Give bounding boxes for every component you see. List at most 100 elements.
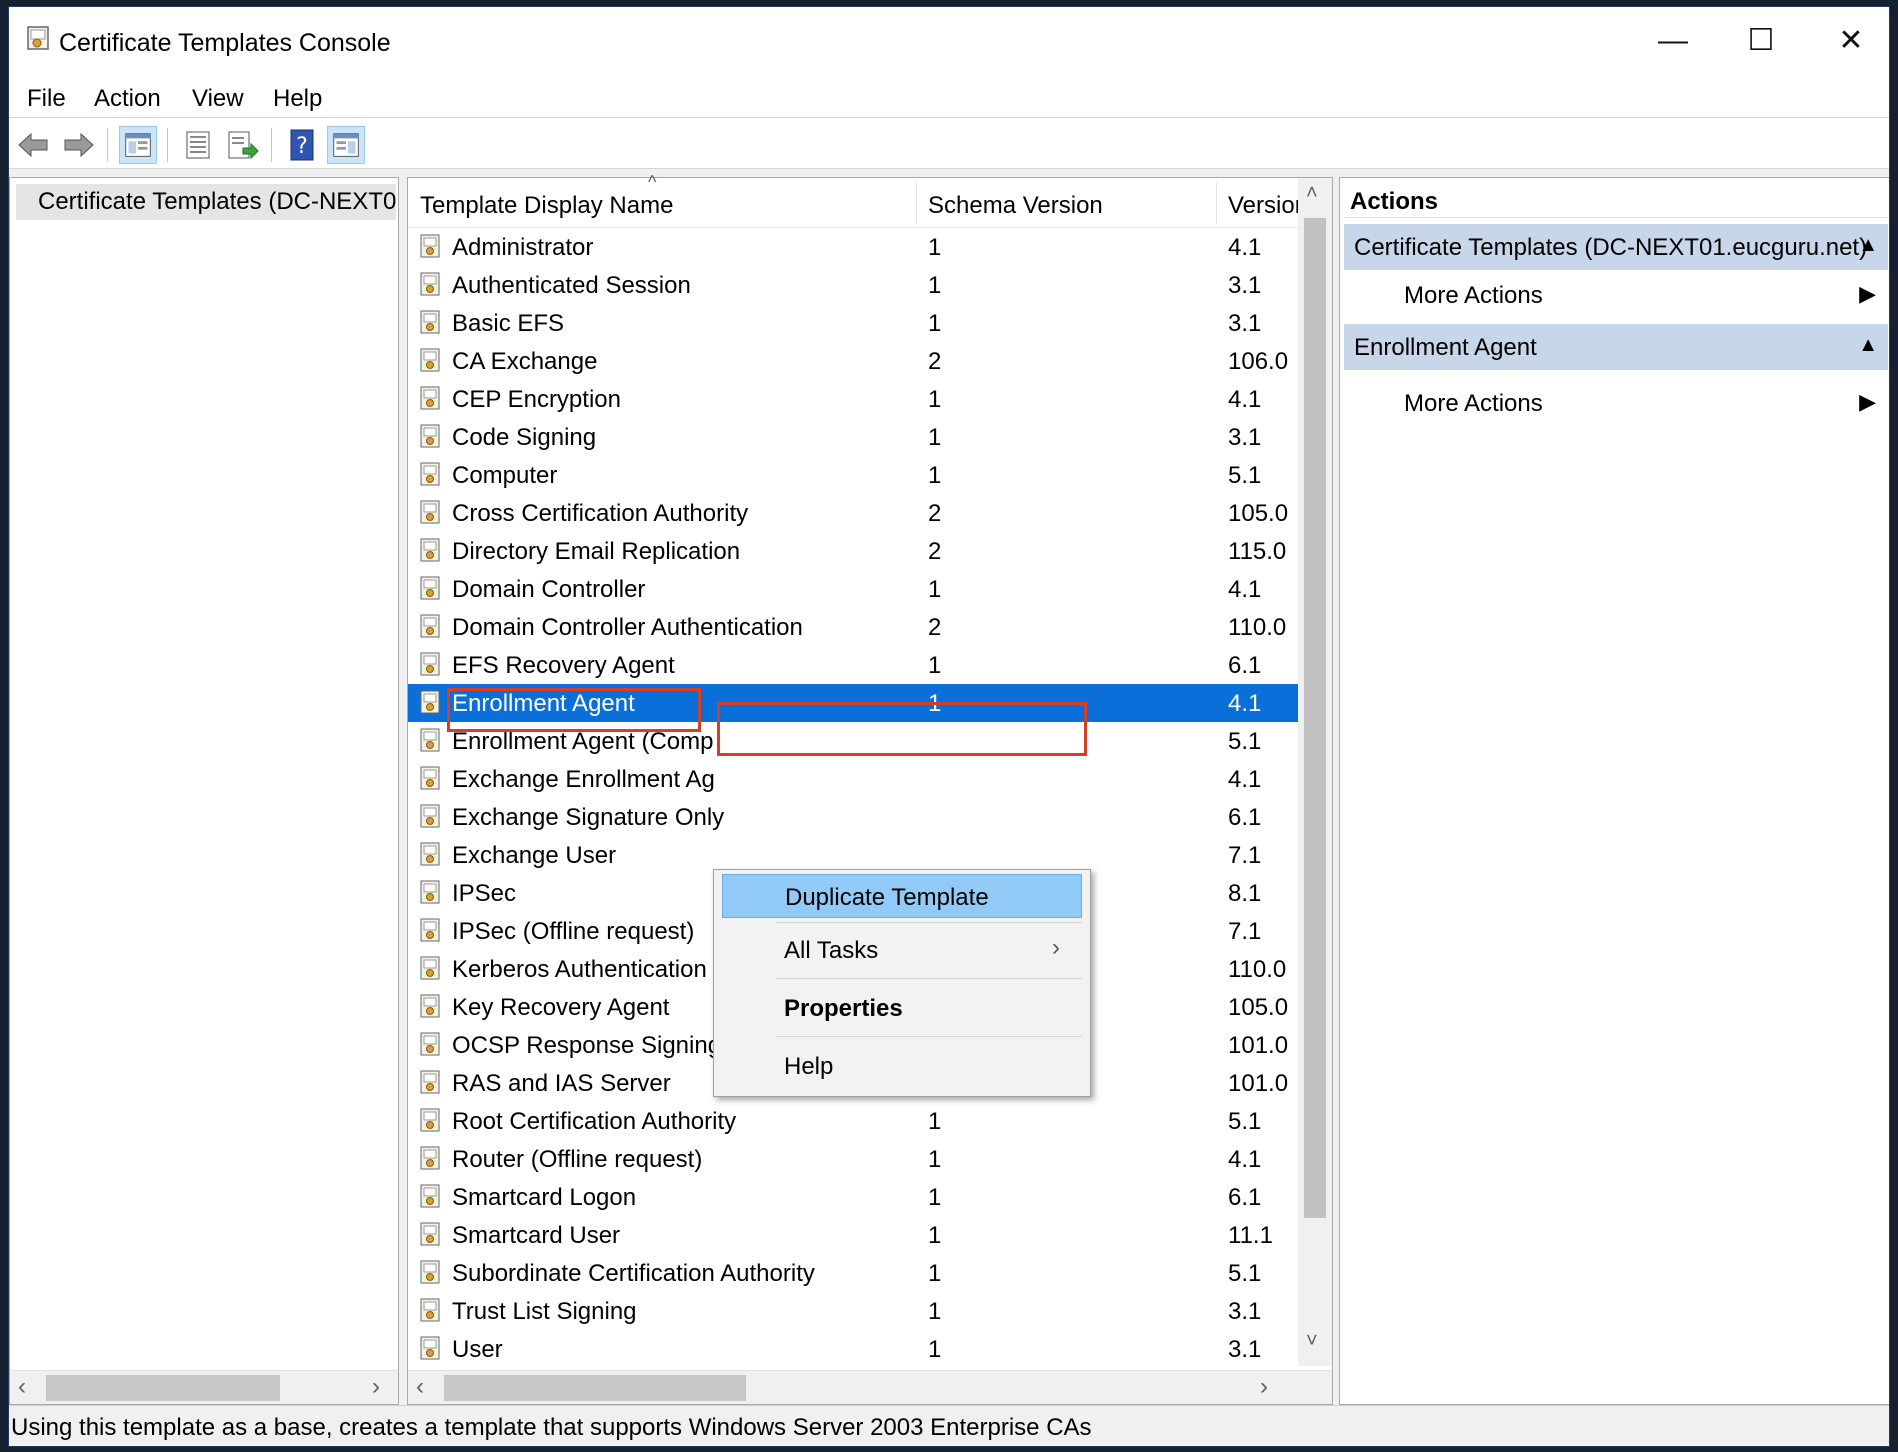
back-arrow-icon[interactable]: [15, 126, 53, 164]
template-row[interactable]: Subordinate Certification Authority 1 5.1: [408, 1254, 1298, 1292]
menu-item-help[interactable]: Help: [722, 1044, 1082, 1088]
template-row[interactable]: Domain Controller 1 4.1: [408, 570, 1298, 608]
template-row[interactable]: User 1 3.1: [408, 1330, 1298, 1366]
menu-bar: File Action View Help: [9, 75, 1889, 117]
show-hide-action-pane-icon[interactable]: [327, 126, 365, 164]
scroll-right-icon[interactable]: ›: [1260, 1373, 1268, 1401]
properties-sheet-icon[interactable]: [179, 126, 217, 164]
template-row[interactable]: Basic EFS 1 3.1: [408, 304, 1298, 342]
scrollbar-thumb[interactable]: [46, 1375, 280, 1401]
scroll-down-icon[interactable]: ˅: [1306, 1330, 1318, 1353]
scroll-left-icon[interactable]: ‹: [18, 1373, 26, 1401]
certificate-template-icon: [418, 309, 444, 344]
template-row[interactable]: Enrollment Agent 1 4.1: [408, 684, 1298, 722]
tree-horizontal-scrollbar[interactable]: ‹ ›: [10, 1370, 398, 1404]
minimize-button[interactable]: —: [1643, 19, 1703, 63]
template-row[interactable]: Trust List Signing 1 3.1: [408, 1292, 1298, 1330]
scroll-up-icon[interactable]: ˄: [1306, 182, 1318, 205]
template-row[interactable]: Exchange Enrollment Ag 4.1: [408, 760, 1298, 798]
actions-pane: Actions Certificate Templates (DC-NEXT01…: [1339, 177, 1889, 1405]
submenu-arrow-icon: ▶: [1859, 389, 1876, 414]
template-row[interactable]: Cross Certification Authority 2 105.0: [408, 494, 1298, 532]
menu-item-properties[interactable]: Properties: [722, 986, 1082, 1030]
list-vertical-scrollbar[interactable]: ˄ ˅: [1298, 178, 1332, 1366]
schema-version: 1: [928, 424, 942, 451]
submenu-chevron-icon: ›: [1052, 934, 1060, 961]
template-version: 6.1: [1228, 652, 1262, 679]
template-version: 101.0: [1228, 1070, 1289, 1097]
tree-node-certificate-templates[interactable]: Certificate Templates (DC-NEXT0: [16, 184, 396, 220]
menu-view[interactable]: View: [192, 85, 244, 113]
scroll-right-icon[interactable]: ›: [372, 1373, 380, 1401]
template-list-pane: ^ Template Display Name Schema Version V…: [407, 172, 1333, 1405]
schema-version: 1: [928, 1298, 942, 1325]
template-name: Cross Certification Authority: [452, 500, 749, 527]
template-row[interactable]: Administrator 1 4.1: [408, 228, 1298, 266]
certificate-template-icon: [418, 955, 444, 990]
template-row[interactable]: Router (Offline request) 1 4.1: [408, 1140, 1298, 1178]
template-version: 4.1: [1228, 690, 1262, 717]
template-name: Administrator: [452, 234, 594, 261]
template-row[interactable]: CEP Encryption 1 4.1: [408, 380, 1298, 418]
certificate-template-icon: [418, 1031, 444, 1066]
menu-file[interactable]: File: [27, 85, 66, 113]
show-hide-console-tree-icon[interactable]: [119, 126, 157, 164]
certificate-template-icon: [418, 1221, 444, 1256]
template-name: Exchange User: [452, 842, 617, 869]
more-actions-item[interactable]: More Actions ▶: [1344, 380, 1888, 424]
certificate-template-icon: [418, 461, 444, 496]
menu-item-label: All Tasks: [784, 937, 879, 964]
template-version: 110.0: [1228, 614, 1287, 641]
template-version: 4.1: [1228, 386, 1262, 413]
template-row[interactable]: Code Signing 1 3.1: [408, 418, 1298, 456]
template-row[interactable]: Directory Email Replication 2 115.0: [408, 532, 1298, 570]
maximize-button[interactable]: ☐: [1731, 19, 1791, 63]
schema-version: 1: [928, 1260, 942, 1287]
column-header-display-name[interactable]: Template Display Name: [420, 192, 820, 220]
certificate-template-icon: [418, 613, 444, 648]
schema-version: 1: [928, 1222, 942, 1249]
schema-version: 1: [928, 234, 942, 261]
template-version: 3.1: [1228, 310, 1262, 337]
scrollbar-thumb[interactable]: [1304, 218, 1326, 1218]
certificate-template-icon: [418, 993, 444, 1028]
forward-arrow-icon[interactable]: [59, 126, 97, 164]
certificate-template-icon: [418, 423, 444, 458]
template-row[interactable]: Domain Controller Authentication 2 110.0: [408, 608, 1298, 646]
help-icon[interactable]: ?: [283, 126, 321, 164]
collapse-up-icon[interactable]: ▲: [1858, 334, 1878, 357]
template-row[interactable]: Smartcard User 1 11.1: [408, 1216, 1298, 1254]
menu-item-label: Help: [784, 1053, 834, 1080]
certificate-template-icon: [418, 271, 444, 306]
menu-action[interactable]: Action: [94, 85, 161, 113]
template-row[interactable]: Smartcard Logon 1 6.1: [408, 1178, 1298, 1216]
close-button[interactable]: ✕: [1821, 19, 1881, 63]
more-actions-item[interactable]: More Actions ▶: [1344, 272, 1888, 316]
scrollbar-thumb[interactable]: [444, 1375, 746, 1401]
template-row[interactable]: Enrollment Agent (Comp 5.1: [408, 722, 1298, 760]
column-header-version[interactable]: Versior: [1228, 192, 1298, 220]
template-row[interactable]: CA Exchange 2 106.0: [408, 342, 1298, 380]
actions-section-enrollment-agent[interactable]: Enrollment Agent ▲: [1344, 324, 1888, 370]
menu-help[interactable]: Help: [273, 85, 322, 113]
menu-item-duplicate-template[interactable]: Duplicate Template: [722, 874, 1082, 918]
template-version: 6.1: [1228, 804, 1262, 831]
certificate-template-icon: [418, 765, 444, 800]
template-row[interactable]: Root Certification Authority 1 5.1: [408, 1102, 1298, 1140]
template-name: Exchange Signature Only: [452, 804, 725, 831]
export-list-icon[interactable]: [223, 126, 261, 164]
list-horizontal-scrollbar[interactable]: ‹ ›: [408, 1370, 1332, 1404]
template-row[interactable]: Exchange Signature Only 6.1: [408, 798, 1298, 836]
template-name: Router (Offline request): [452, 1146, 703, 1173]
template-version: 3.1: [1228, 272, 1262, 299]
column-header-schema-version[interactable]: Schema Version: [928, 192, 1208, 220]
template-row[interactable]: EFS Recovery Agent 1 6.1: [408, 646, 1298, 684]
template-name: Exchange Enrollment Ag: [452, 766, 715, 793]
template-row[interactable]: Authenticated Session 1 3.1: [408, 266, 1298, 304]
scroll-left-icon[interactable]: ‹: [416, 1373, 424, 1401]
template-row[interactable]: Computer 1 5.1: [408, 456, 1298, 494]
collapse-up-icon[interactable]: ▲: [1858, 234, 1878, 257]
actions-section-certificate-templates[interactable]: Certificate Templates (DC-NEXT01.eucguru…: [1344, 224, 1888, 270]
schema-version: 2: [928, 500, 942, 527]
menu-item-all-tasks[interactable]: All Tasks ›: [722, 928, 1082, 972]
